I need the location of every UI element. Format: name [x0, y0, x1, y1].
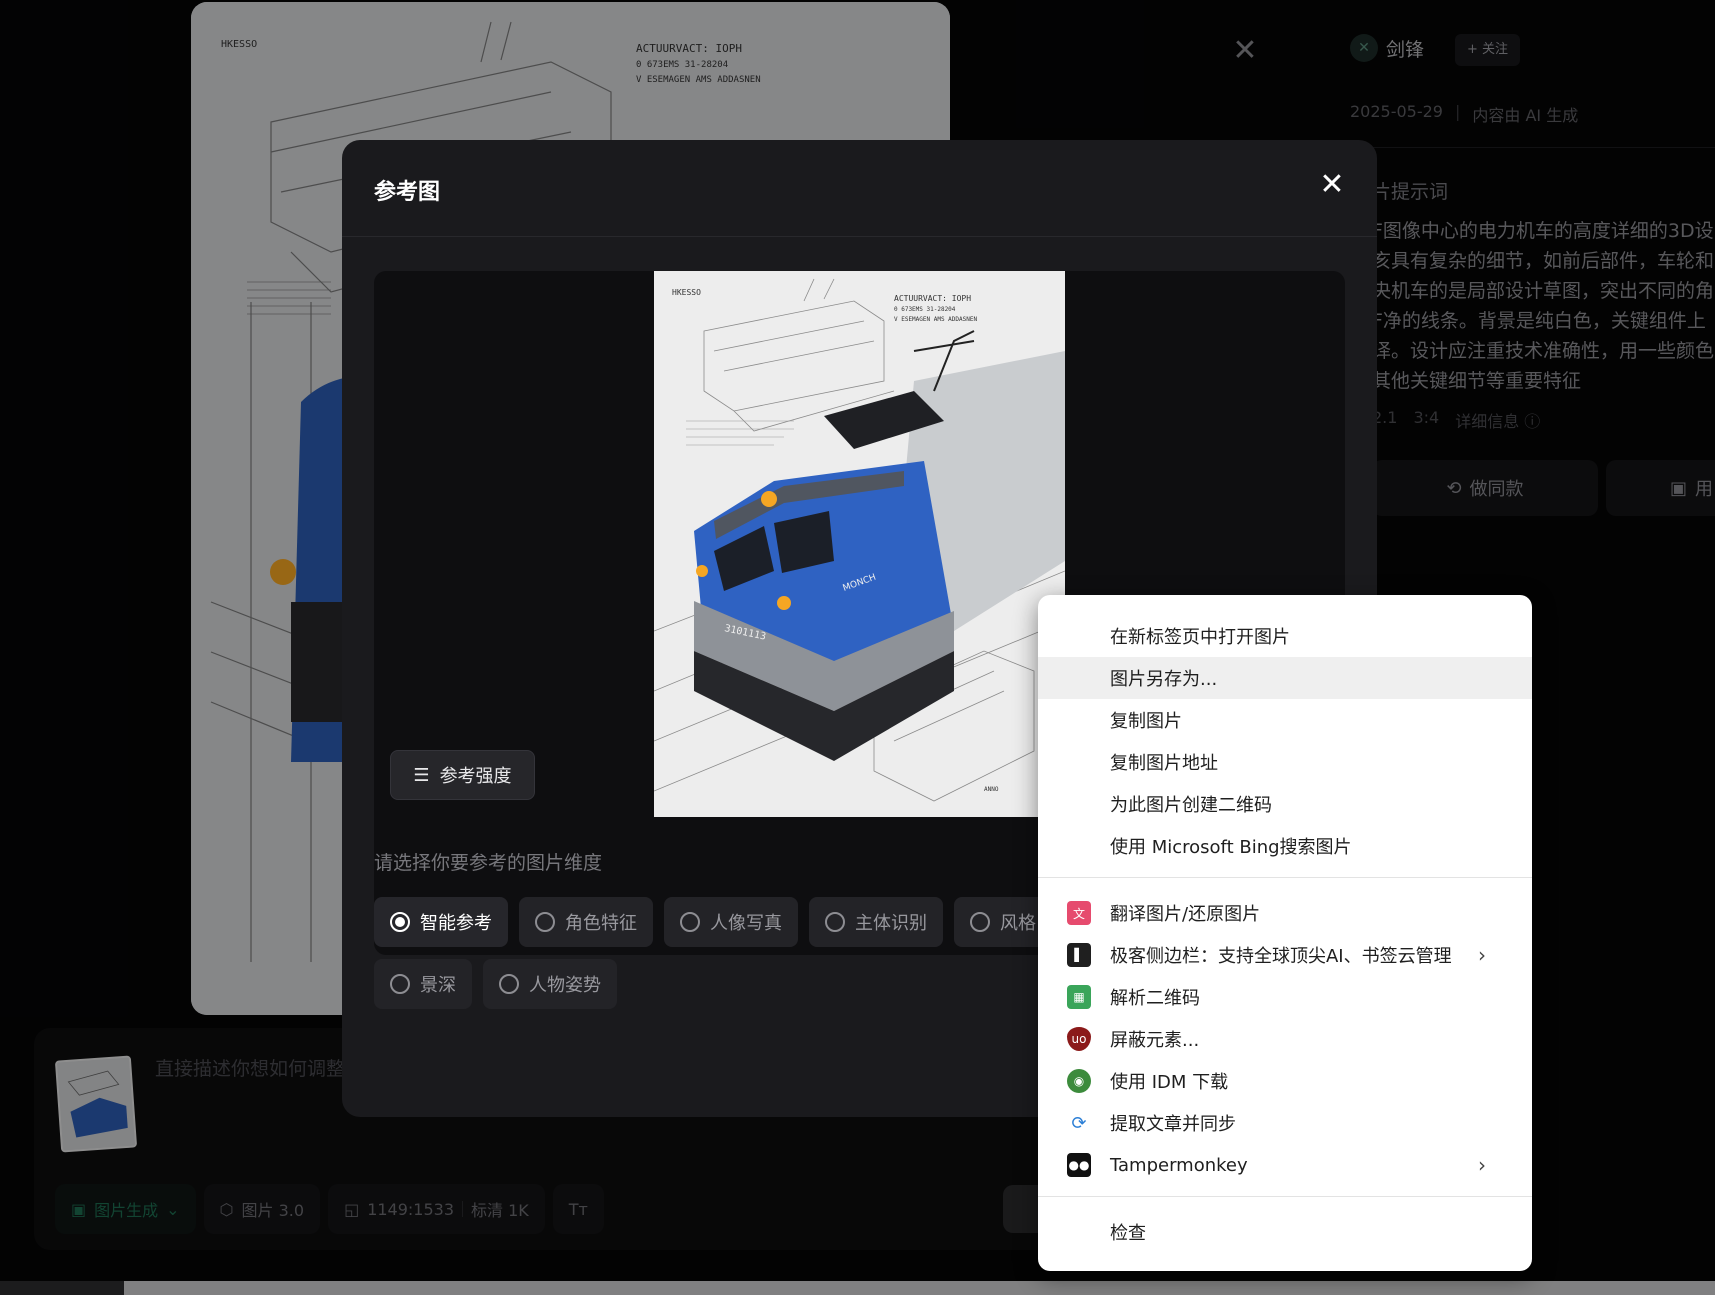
radio-icon: [535, 912, 555, 932]
menu-copy-image[interactable]: 复制图片: [1038, 699, 1532, 741]
menu-separator: [1038, 1196, 1532, 1197]
menu-item-label: 使用 IDM 下载: [1110, 1072, 1229, 1093]
radio-icon: [680, 912, 700, 932]
option-label: 智能参考: [420, 913, 492, 934]
preview-text-right-3: V ESEMAGEN AMS ADDASNEN: [894, 316, 977, 323]
reference-strength-button[interactable]: ☰ 参考强度: [390, 750, 535, 800]
menu-item-label: 复制图片地址: [1110, 753, 1218, 774]
menu-item-label: Tampermonkey: [1110, 1154, 1248, 1176]
option-depth-of-field[interactable]: 景深: [374, 959, 472, 1009]
menu-translate-image[interactable]: 文 翻译图片/还原图片: [1038, 892, 1532, 934]
sliders-icon: ☰: [413, 764, 430, 786]
menu-item-label: 使用 Microsoft Bing搜索图片: [1110, 837, 1352, 858]
menu-extract-article-sync[interactable]: ⟳ 提取文章并同步: [1038, 1102, 1532, 1144]
option-label: 人像写真: [710, 913, 782, 934]
modal-close-icon[interactable]: ✕: [1317, 170, 1347, 200]
option-label: 角色特征: [565, 913, 637, 934]
idm-icon: ◉: [1067, 1069, 1091, 1093]
option-pose[interactable]: 人物姿势: [483, 959, 617, 1009]
menu-separator: [1038, 877, 1532, 878]
context-menu: 在新标签页中打开图片 图片另存为... 复制图片 复制图片地址 为此图片创建二维…: [1038, 595, 1532, 1271]
menu-save-image-as[interactable]: 图片另存为...: [1038, 657, 1532, 699]
menu-idm-download[interactable]: ◉ 使用 IDM 下载: [1038, 1060, 1532, 1102]
menu-item-label: 屏蔽元素...: [1110, 1030, 1200, 1051]
radio-icon: [970, 912, 990, 932]
modal-title: 参考图: [374, 180, 441, 205]
preview-text-left: HKESSO: [672, 288, 701, 297]
menu-item-label: 极客侧边栏：支持全球顶尖AI、书签云管理: [1110, 946, 1452, 967]
preview-text-right-1: ACTUURVACT: IOPH: [894, 294, 971, 303]
menu-copy-image-address[interactable]: 复制图片地址: [1038, 741, 1532, 783]
menu-item-label: 翻译图片/还原图片: [1110, 904, 1261, 925]
option-portrait[interactable]: 人像写真: [664, 897, 798, 947]
translate-icon: 文: [1067, 901, 1091, 925]
menu-geek-sidebar[interactable]: ▌ 极客侧边栏：支持全球顶尖AI、书签云管理 ›: [1038, 934, 1532, 976]
option-label: 景深: [420, 975, 456, 996]
dimension-label: 请选择你要参考的图片维度: [374, 852, 603, 874]
dimension-options-row-2: 景深 人物姿势: [374, 959, 617, 1009]
menu-block-element[interactable]: uo 屏蔽元素...: [1038, 1018, 1532, 1060]
ublock-icon: uo: [1067, 1027, 1091, 1051]
reference-strength-label: 参考强度: [439, 766, 512, 787]
menu-item-label: 在新标签页中打开图片: [1110, 627, 1290, 648]
dimension-options-row-1: 智能参考 角色特征 人像写真 主体识别 风格: [374, 897, 1052, 947]
option-label: 人物姿势: [529, 975, 601, 996]
menu-item-label: 检查: [1110, 1223, 1146, 1244]
option-label: 主体识别: [855, 913, 927, 934]
menu-item-label: 图片另存为...: [1110, 669, 1218, 690]
sidebar-icon: ▌: [1067, 943, 1091, 967]
tampermonkey-icon: ●●: [1067, 1153, 1091, 1177]
reference-preview-image[interactable]: HKESSO ACTUURVACT: IOPH 0 673EMS 31-2820…: [654, 271, 1065, 817]
preview-sketch-label: ANNO: [984, 786, 999, 793]
menu-parse-qr-code[interactable]: ▦ 解析二维码: [1038, 976, 1532, 1018]
option-label: 风格: [1000, 913, 1036, 934]
menu-inspect[interactable]: 检查: [1038, 1211, 1532, 1253]
menu-tampermonkey[interactable]: ●● Tampermonkey ›: [1038, 1144, 1532, 1186]
option-character-features[interactable]: 角色特征: [519, 897, 653, 947]
chevron-right-icon: ›: [1478, 943, 1486, 967]
preview-text-right-2: 0 673EMS 31-28204: [894, 306, 956, 313]
radio-icon: [390, 974, 410, 994]
locomotive-illustration: HKESSO ACTUURVACT: IOPH 0 673EMS 31-2820…: [654, 271, 1065, 817]
option-subject-recognition[interactable]: 主体识别: [809, 897, 943, 947]
modal-divider: [342, 236, 1377, 237]
menu-create-qr-code[interactable]: 为此图片创建二维码: [1038, 783, 1532, 825]
menu-item-label: 复制图片: [1110, 711, 1182, 732]
qrcode-icon: ▦: [1067, 985, 1091, 1009]
radio-icon: [825, 912, 845, 932]
menu-item-label: 提取文章并同步: [1110, 1114, 1236, 1135]
menu-search-with-bing[interactable]: 使用 Microsoft Bing搜索图片: [1038, 825, 1532, 867]
chevron-right-icon: ›: [1478, 1153, 1486, 1177]
sync-icon: ⟳: [1071, 1112, 1087, 1134]
radio-checked-icon: [390, 912, 410, 932]
menu-item-label: 解析二维码: [1110, 988, 1200, 1009]
radio-icon: [499, 974, 519, 994]
menu-open-image-new-tab[interactable]: 在新标签页中打开图片: [1038, 615, 1532, 657]
menu-item-label: 为此图片创建二维码: [1110, 795, 1272, 816]
option-smart-reference[interactable]: 智能参考: [374, 897, 508, 947]
